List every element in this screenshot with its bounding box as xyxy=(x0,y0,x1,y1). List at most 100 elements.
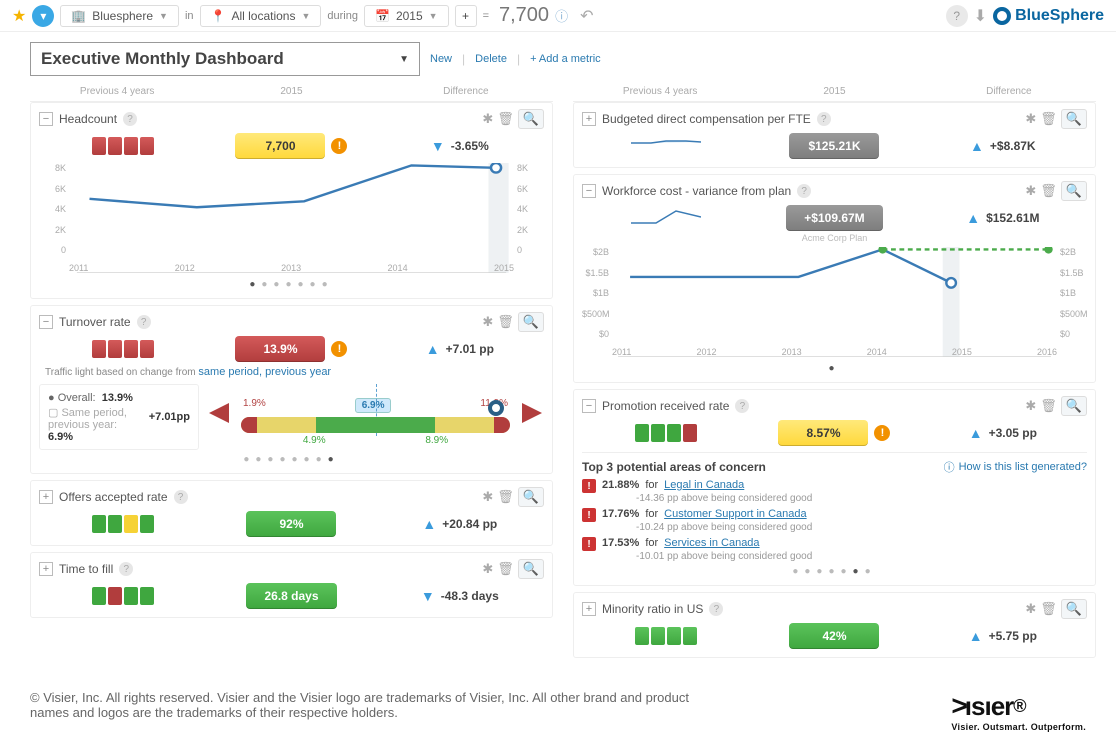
brand-logo: BlueSphere xyxy=(993,7,1104,25)
year-dropdown[interactable]: 📅 2015 ▼ xyxy=(364,5,449,27)
dashboard-board: Previous 4 years 2015 Difference − Headc… xyxy=(0,82,1116,674)
search-icon[interactable]: 🔍 xyxy=(518,487,544,507)
gear-icon[interactable]: ✱ xyxy=(1025,111,1036,127)
kpi-diff: +5.75 pp xyxy=(989,629,1037,643)
concern-link[interactable]: Customer Support in Canada xyxy=(664,508,806,520)
alert-icon: ! xyxy=(582,537,596,551)
search-icon[interactable]: 🔍 xyxy=(518,559,544,579)
search-icon[interactable]: 🔍 xyxy=(518,312,544,332)
trash-icon[interactable]: 🗑 xyxy=(497,314,514,330)
how-link[interactable]: ⓘHow is this list generated? xyxy=(944,459,1087,475)
card-minority: + Minority ratio in US ? ✱🗑🔍 42% ▲+5.75 … xyxy=(573,592,1096,658)
trash-icon[interactable]: 🗑 xyxy=(497,111,514,127)
gear-icon[interactable]: ✱ xyxy=(1025,183,1036,199)
help-icon[interactable]: ? xyxy=(797,184,811,198)
concern-pct: 17.53% xyxy=(602,537,639,549)
undo-icon[interactable]: ↶ xyxy=(580,6,593,26)
chevron-down-icon: ▼ xyxy=(399,54,409,65)
org-dropdown[interactable]: 🏢 Bluesphere ▼ xyxy=(60,5,179,27)
search-icon[interactable]: 🔍 xyxy=(518,109,544,129)
column-headers: Previous 4 years 2015 Difference xyxy=(573,82,1096,102)
card-title: Offers accepted rate xyxy=(59,490,168,504)
trash-icon[interactable]: 🗑 xyxy=(1040,111,1057,127)
concern-pct: 17.76% xyxy=(602,508,639,520)
delete-link[interactable]: Delete xyxy=(475,53,507,65)
concerns-title: Top 3 potential areas of concern xyxy=(582,460,766,474)
gear-icon[interactable]: ✱ xyxy=(482,489,493,505)
pager-dots[interactable]: ●●●●●●● xyxy=(582,562,1087,577)
kpi-value: +$109.67M xyxy=(786,205,882,231)
help-icon[interactable]: ? xyxy=(817,112,831,126)
gear-icon[interactable]: ✱ xyxy=(482,561,493,577)
help-icon[interactable]: ? xyxy=(119,562,133,576)
trash-icon[interactable]: 🗑 xyxy=(1040,601,1057,617)
kpi-diff: +7.01 pp xyxy=(446,342,494,356)
visier-logo: >ısıer® xyxy=(951,690,1086,722)
trash-icon[interactable]: 🗑 xyxy=(497,561,514,577)
up-triangle-icon: ▲ xyxy=(966,210,980,226)
alert-icon: ! xyxy=(331,341,347,357)
trash-icon[interactable]: 🗑 xyxy=(497,489,514,505)
expand-button[interactable]: + xyxy=(582,112,596,126)
add-filter-button[interactable]: + xyxy=(455,5,477,27)
collapse-button[interactable]: − xyxy=(582,184,596,198)
new-link[interactable]: New xyxy=(430,53,452,65)
pager-dots[interactable]: ●●●●●●● xyxy=(39,275,544,290)
search-icon[interactable]: 🔍 xyxy=(1061,109,1087,129)
dashboard-header: Executive Monthly Dashboard ▼ New | Dele… xyxy=(0,32,1116,82)
search-icon[interactable]: 🔍 xyxy=(1061,396,1087,416)
pager-dots[interactable]: ●●●●●●●● xyxy=(39,450,544,465)
kpi-diff: +3.05 pp xyxy=(989,426,1037,440)
trend-bars xyxy=(92,515,154,533)
gear-icon[interactable]: ✱ xyxy=(482,314,493,330)
add-metric-link[interactable]: + Add a metric xyxy=(530,53,601,65)
location-dropdown[interactable]: 📍 All locations ▼ xyxy=(200,5,322,27)
pin-icon: 📍 xyxy=(211,9,226,23)
pager-dots[interactable]: ● xyxy=(582,359,1087,374)
gear-icon[interactable]: ✱ xyxy=(1025,398,1036,414)
collapse-button[interactable]: − xyxy=(39,112,53,126)
concern-link[interactable]: Services in Canada xyxy=(664,537,759,549)
trash-icon[interactable]: 🗑 xyxy=(1040,398,1057,414)
help-icon[interactable]: ? xyxy=(709,602,723,616)
note-link[interactable]: same period, previous year xyxy=(198,366,331,378)
toolbar-during: during xyxy=(327,10,358,22)
workforce-chart: $2B$1.5B$1B$500M$0 $2B$1.5B$1B$500M$0 20… xyxy=(582,247,1087,357)
dashboard-selector[interactable]: Executive Monthly Dashboard ▼ xyxy=(30,42,420,76)
kpi-value: $125.21K xyxy=(789,133,879,159)
down-triangle-icon: ▼ xyxy=(431,138,445,154)
kpi-value: 26.8 days xyxy=(246,583,336,609)
help-icon[interactable]: ? xyxy=(123,112,137,126)
concern-link[interactable]: Legal in Canada xyxy=(664,479,744,491)
expand-button[interactable]: + xyxy=(39,490,53,504)
card-title: Budgeted direct compensation per FTE xyxy=(602,112,811,126)
expand-button[interactable]: + xyxy=(39,562,53,576)
help-icon[interactable]: ? xyxy=(735,399,749,413)
favorite-icon[interactable]: ★ xyxy=(12,6,26,26)
download-icon[interactable]: ⬇ xyxy=(974,6,987,26)
alert-icon: ! xyxy=(331,138,347,154)
col-prev: Previous 4 years xyxy=(30,86,204,97)
help-icon[interactable]: ? xyxy=(137,315,151,329)
card-workforce: − Workforce cost - variance from plan ? … xyxy=(573,174,1096,383)
down-triangle-icon: ▼ xyxy=(421,588,435,604)
help-icon[interactable]: ? xyxy=(174,490,188,504)
card-title: Workforce cost - variance from plan xyxy=(602,184,791,198)
expand-button[interactable]: + xyxy=(582,602,596,616)
collapse-button[interactable]: − xyxy=(39,315,53,329)
card-title: Turnover rate xyxy=(59,315,131,329)
help-button[interactable]: ? xyxy=(946,5,968,27)
info-icon[interactable]: ⓘ xyxy=(555,6,568,25)
zone-bar: 1.9%6.9%11.9% 4.9%8.9% xyxy=(207,384,544,450)
search-icon[interactable]: 🔍 xyxy=(1061,599,1087,619)
search-icon[interactable]: 🔍 xyxy=(1061,181,1087,201)
expand-toolbar-button[interactable]: ▾ xyxy=(32,5,54,27)
collapse-button[interactable]: − xyxy=(582,399,596,413)
trend-bars xyxy=(92,340,154,358)
gear-icon[interactable]: ✱ xyxy=(1025,601,1036,617)
gear-icon[interactable]: ✱ xyxy=(482,111,493,127)
up-triangle-icon: ▲ xyxy=(969,628,983,644)
chart-subtitle: Acme Corp Plan xyxy=(582,233,1087,243)
turnover-note: Traffic light based on change from same … xyxy=(39,362,544,378)
trash-icon[interactable]: 🗑 xyxy=(1040,183,1057,199)
